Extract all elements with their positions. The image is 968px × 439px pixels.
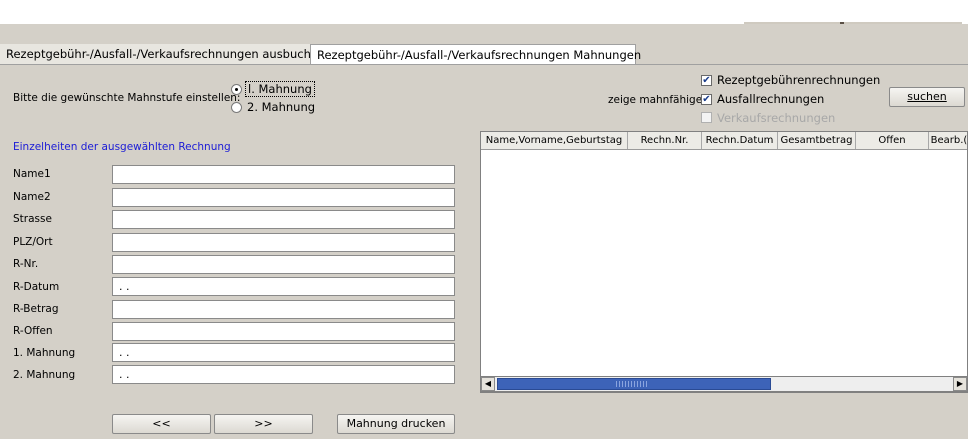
window-top-area xyxy=(0,0,968,24)
invoice-table[interactable]: Name,Vorname,Geburtstag Rechn.Nr. Rechn.… xyxy=(480,131,968,393)
column-header-bearb[interactable]: Bearb.( xyxy=(929,132,967,149)
tab-mahnungen[interactable]: Rezeptgebühr-/Ausfall-/Verkaufsrechnunge… xyxy=(310,44,641,64)
field-name2[interactable] xyxy=(112,188,455,207)
scroll-thumb[interactable] xyxy=(497,378,771,390)
table-header: Name,Vorname,Geburtstag Rechn.Nr. Rechn.… xyxy=(481,132,967,150)
scroll-left-icon[interactable]: ◀ xyxy=(481,377,495,391)
checkbox-rezeptgebuehren[interactable]: ✔ xyxy=(701,75,712,86)
field-r-datum[interactable]: . . xyxy=(112,277,455,296)
label-name1: Name1 xyxy=(13,168,51,180)
column-header-offen[interactable]: Offen xyxy=(856,132,929,149)
column-header-name[interactable]: Name,Vorname,Geburtstag xyxy=(481,132,628,149)
next-button[interactable]: >> xyxy=(214,414,313,434)
field-mahnung-2[interactable]: . . xyxy=(112,365,455,384)
field-mahnung-1[interactable]: . . xyxy=(112,343,455,362)
column-header-rechn-datum[interactable]: Rechn.Datum xyxy=(702,132,778,149)
label-r-datum: R-Datum xyxy=(13,281,60,293)
search-button[interactable]: suchen xyxy=(889,87,965,107)
label-plz-ort: PLZ/Ort xyxy=(13,236,53,248)
details-title: Einzelheiten der ausgewählten Rechnung xyxy=(13,141,231,153)
radio-mahnung-2-label[interactable]: 2. Mahnung xyxy=(247,100,315,114)
checkbox-verkauf xyxy=(701,112,712,123)
label-name2: Name2 xyxy=(13,191,51,203)
mahnstufe-prompt: Bitte die gewünschte Mahnstufe einstelle… xyxy=(13,92,241,104)
tab-ausbuchen[interactable]: Rezeptgebühr-/Ausfall-/Verkaufsrechnunge… xyxy=(0,44,325,64)
search-button-label: suchen xyxy=(907,90,947,103)
table-horizontal-scrollbar[interactable]: ◀ ▶ xyxy=(480,376,968,392)
label-strasse: Strasse xyxy=(13,213,52,225)
scroll-right-icon[interactable]: ▶ xyxy=(953,377,967,391)
field-strasse[interactable] xyxy=(112,210,455,229)
print-reminder-button[interactable]: Mahnung drucken xyxy=(337,414,455,434)
checkbox-rezeptgebuehren-label[interactable]: Rezeptgebührenrechnungen xyxy=(717,73,880,87)
checkbox-verkauf-label: Verkaufsrechnungen xyxy=(717,111,836,125)
filter-prompt: zeige mahnfähige xyxy=(608,94,703,106)
label-mahnung-2: 2. Mahnung xyxy=(13,369,76,381)
previous-button[interactable]: << xyxy=(112,414,211,434)
label-r-betrag: R-Betrag xyxy=(13,303,59,315)
column-header-gesamtbetrag[interactable]: Gesamtbetrag xyxy=(778,132,856,149)
column-header-rechn-nr[interactable]: Rechn.Nr. xyxy=(628,132,702,149)
field-name1[interactable] xyxy=(112,165,455,184)
field-r-offen[interactable] xyxy=(112,322,455,341)
label-mahnung-1: 1. Mahnung xyxy=(13,347,76,359)
label-r-offen: R-Offen xyxy=(13,325,53,337)
checkbox-ausfall-label[interactable]: Ausfallrechnungen xyxy=(717,92,824,106)
radio-mahnung-1-label[interactable]: l. Mahnung xyxy=(245,81,315,97)
checkbox-ausfall[interactable]: ✔ xyxy=(701,94,712,105)
radio-mahnung-2[interactable] xyxy=(231,102,242,113)
field-r-nr[interactable] xyxy=(112,255,455,274)
radio-mahnung-1[interactable] xyxy=(231,84,242,95)
field-r-betrag[interactable] xyxy=(112,300,455,319)
field-plz-ort[interactable] xyxy=(112,233,455,252)
label-r-nr: R-Nr. xyxy=(13,258,39,270)
